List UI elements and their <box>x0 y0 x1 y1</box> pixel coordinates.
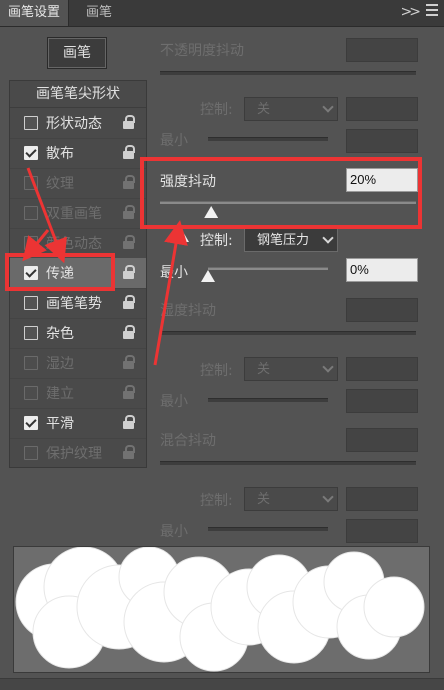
flow-minimum-slider[interactable] <box>208 267 328 270</box>
mix-jitter-slider[interactable] <box>160 461 416 465</box>
opacity-jitter-field[interactable] <box>346 38 418 62</box>
chevron-down-icon <box>322 361 334 373</box>
stroke-preview-graphic <box>15 547 425 672</box>
tab-brush-settings[interactable]: 画笔设置 <box>0 0 70 26</box>
lock-icon[interactable] <box>123 205 135 219</box>
lock-icon[interactable] <box>123 295 135 309</box>
wetness-minimum-field[interactable] <box>346 389 418 413</box>
control-label: 控制: <box>200 493 233 509</box>
opacity-minimum-field[interactable] <box>346 129 418 153</box>
control-label: 控制: <box>200 102 233 118</box>
opacity-control-select[interactable]: 关 <box>244 97 338 121</box>
wetness-jitter-slider[interactable] <box>160 331 416 335</box>
list-item-label: 散布 <box>46 146 74 162</box>
checkbox[interactable] <box>24 326 38 340</box>
checkbox[interactable] <box>24 296 38 310</box>
wetness-jitter-field[interactable] <box>346 298 418 322</box>
opacity-control-field[interactable] <box>346 97 418 121</box>
lock-icon[interactable] <box>123 445 135 459</box>
checkbox-checked[interactable] <box>24 416 38 430</box>
highlight-flow-jitter-box <box>140 157 422 229</box>
checkbox[interactable] <box>24 386 38 400</box>
flow-control-label: 控制: <box>200 233 233 249</box>
checkbox[interactable] <box>24 116 38 130</box>
wetness-control-select[interactable]: 关 <box>244 357 338 381</box>
brush-stroke-preview <box>13 546 430 673</box>
collapse-panel-icon[interactable]: >> <box>401 4 422 20</box>
lock-icon[interactable] <box>123 265 135 279</box>
chevron-down-icon <box>322 491 334 503</box>
mix-jitter-field[interactable] <box>346 428 418 452</box>
list-item-protect-texture[interactable]: 保护纹理 <box>10 438 146 468</box>
list-item-label: 纹理 <box>46 176 74 192</box>
list-item-label: 湿边 <box>46 356 74 372</box>
mix-control-field[interactable] <box>346 487 418 511</box>
checkbox[interactable] <box>24 236 38 250</box>
panel-tab-bar: 画笔设置 画笔 >> <box>0 0 444 27</box>
mix-minimum-slider[interactable] <box>208 527 328 531</box>
list-item-dual-brush[interactable]: 双重画笔 <box>10 198 146 229</box>
checkbox[interactable] <box>24 176 38 190</box>
list-item-texture[interactable]: 纹理 <box>10 168 146 199</box>
mix-jitter-label: 混合抖动 <box>160 433 216 449</box>
minimum-label: 最小 <box>160 394 188 410</box>
list-item-label: 建立 <box>46 386 74 402</box>
lock-icon[interactable] <box>123 415 135 429</box>
opacity-minimum-slider[interactable] <box>208 137 328 141</box>
list-item-noise[interactable]: 杂色 <box>10 318 146 349</box>
list-item-smoothing[interactable]: 平滑 <box>10 408 146 439</box>
lock-icon[interactable] <box>123 235 135 249</box>
list-item-shape-dynamics[interactable]: 形状动态 <box>10 108 146 139</box>
minimum-label: 最小 <box>160 524 188 540</box>
list-item-label: 保护纹理 <box>46 446 102 462</box>
list-item-label: 双重画笔 <box>46 206 102 222</box>
select-value: 关 <box>257 362 271 377</box>
select-value: 钢笔压力 <box>257 233 310 248</box>
checkbox[interactable] <box>24 446 38 460</box>
warning-icon <box>175 230 189 242</box>
opacity-jitter-label: 不透明度抖动 <box>160 43 244 59</box>
wetness-jitter-label: 湿度抖动 <box>160 303 216 319</box>
checkbox-checked[interactable] <box>24 146 38 160</box>
list-item-label: 颜色动态 <box>46 236 102 252</box>
brush-tip-shape-item[interactable]: 画笔笔尖形状 <box>10 81 146 108</box>
wetness-minimum-slider[interactable] <box>208 398 328 402</box>
panel-bottom-bar <box>0 678 444 690</box>
list-item-label: 画笔笔势 <box>46 296 102 312</box>
flow-minimum-input[interactable]: 0% <box>346 258 418 282</box>
lock-icon[interactable] <box>123 385 135 399</box>
list-item-build-up[interactable]: 建立 <box>10 378 146 409</box>
brush-presets-button[interactable]: 画笔 <box>47 37 107 69</box>
highlight-transfer-box <box>5 253 115 291</box>
lock-icon[interactable] <box>123 145 135 159</box>
checkbox[interactable] <box>24 356 38 370</box>
tab-brushes[interactable]: 画笔 <box>78 0 120 26</box>
lock-icon[interactable] <box>123 355 135 369</box>
lock-icon[interactable] <box>123 325 135 339</box>
list-item-label: 杂色 <box>46 326 74 342</box>
checkbox[interactable] <box>24 206 38 220</box>
list-item-label: 形状动态 <box>46 116 102 132</box>
panel-menu-icon[interactable] <box>426 4 438 18</box>
list-item-scattering[interactable]: 散布 <box>10 138 146 169</box>
list-item-wet-edges[interactable]: 湿边 <box>10 348 146 379</box>
mix-control-select[interactable]: 关 <box>244 487 338 511</box>
lock-icon[interactable] <box>123 175 135 189</box>
minimum-label: 最小 <box>160 133 188 149</box>
select-value: 关 <box>257 492 271 507</box>
chevron-down-icon <box>322 101 334 113</box>
opacity-jitter-slider[interactable] <box>160 71 416 75</box>
control-label: 控制: <box>200 363 233 379</box>
chevron-down-icon <box>322 232 334 244</box>
select-value: 关 <box>257 102 271 117</box>
flow-minimum-label: 最小 <box>160 265 188 281</box>
wetness-control-field[interactable] <box>346 357 418 381</box>
mix-minimum-field[interactable] <box>346 519 418 543</box>
list-item-label: 平滑 <box>46 416 74 432</box>
flow-control-select[interactable]: 钢笔压力 <box>244 228 338 252</box>
list-item-brush-pose[interactable]: 画笔笔势 <box>10 288 146 319</box>
lock-icon[interactable] <box>123 115 135 129</box>
